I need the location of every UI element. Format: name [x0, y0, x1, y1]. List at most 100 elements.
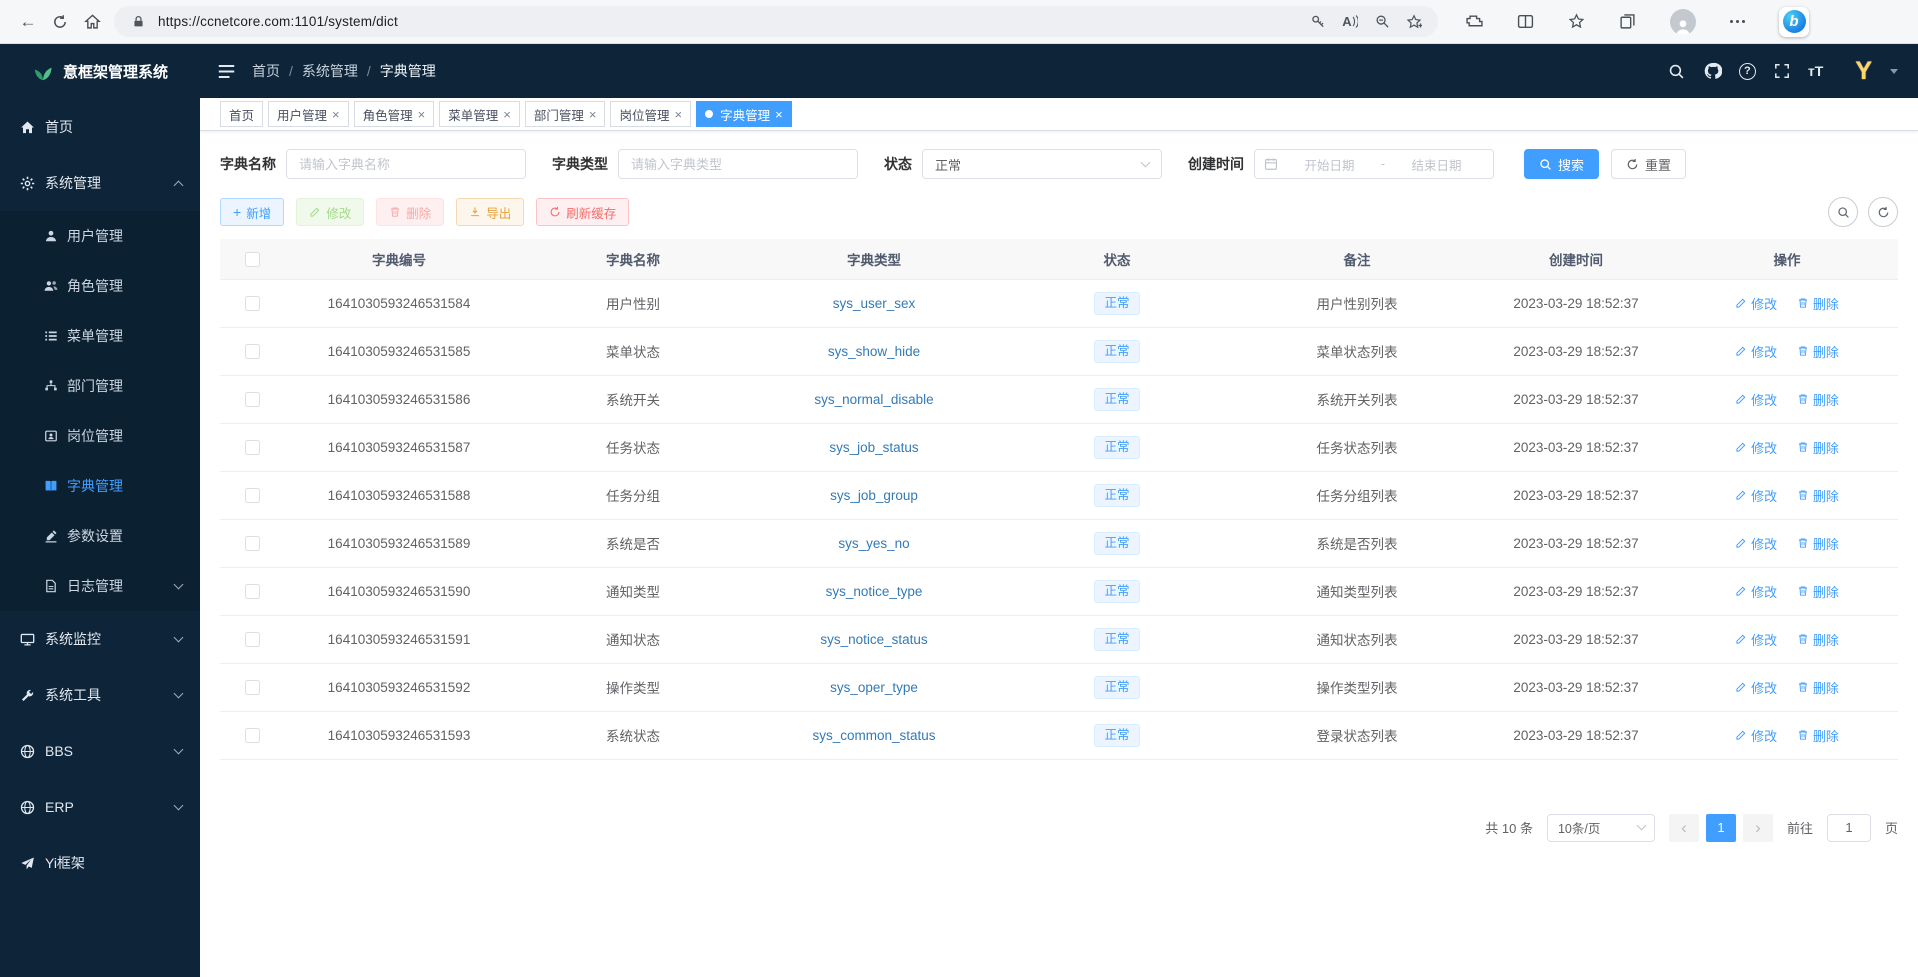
search-button[interactable]: 搜索 — [1524, 149, 1599, 179]
tab-post[interactable]: 岗位管理× — [610, 101, 691, 127]
font-size-icon[interactable]: ᴛT — [1808, 63, 1823, 79]
close-icon[interactable]: × — [503, 108, 511, 121]
read-aloud-icon[interactable]: A — [1338, 10, 1362, 34]
refresh-icon[interactable] — [44, 6, 76, 38]
row-checkbox[interactable] — [245, 584, 260, 599]
row-checkbox[interactable] — [245, 392, 260, 407]
header-search-icon[interactable] — [1667, 61, 1687, 81]
row-edit-button[interactable]: 修改 — [1735, 678, 1777, 697]
refresh-table-button[interactable] — [1868, 197, 1898, 227]
toggle-search-button[interactable] — [1828, 197, 1858, 227]
zoom-out-icon[interactable] — [1370, 10, 1394, 34]
row-checkbox[interactable] — [245, 488, 260, 503]
close-icon[interactable]: × — [418, 108, 426, 121]
dict-type-link[interactable]: sys_common_status — [812, 728, 935, 743]
goto-page-input[interactable] — [1827, 814, 1871, 842]
row-delete-button[interactable]: 删除 — [1797, 390, 1839, 409]
row-delete-button[interactable]: 删除 — [1797, 534, 1839, 553]
sidebar-item-tool[interactable]: 系统工具 — [0, 667, 200, 723]
row-checkbox[interactable] — [245, 680, 260, 695]
dict-type-link[interactable]: sys_normal_disable — [814, 392, 933, 407]
dict-type-link[interactable]: sys_yes_no — [838, 536, 909, 551]
hamburger-icon[interactable] — [216, 61, 236, 81]
sidebar-item-log[interactable]: 日志管理 — [0, 561, 200, 611]
back-icon[interactable]: ← — [12, 6, 44, 38]
row-checkbox[interactable] — [245, 728, 260, 743]
key-icon[interactable] — [1306, 10, 1330, 34]
close-icon[interactable]: × — [775, 108, 783, 121]
dict-type-link[interactable]: sys_job_status — [829, 440, 918, 455]
sidebar-item-monitor[interactable]: 系统监控 — [0, 611, 200, 667]
row-edit-button[interactable]: 修改 — [1735, 726, 1777, 745]
select-all-checkbox[interactable] — [245, 252, 260, 267]
user-avatar-logo[interactable]: Y — [1855, 59, 1872, 84]
export-button[interactable]: 导出 — [456, 198, 524, 226]
row-delete-button[interactable]: 删除 — [1797, 726, 1839, 745]
status-select[interactable]: 正常 — [922, 149, 1162, 179]
app-logo[interactable]: 意框架管理系统 — [0, 44, 200, 99]
sidebar-item-role[interactable]: 角色管理 — [0, 261, 200, 311]
row-checkbox[interactable] — [245, 632, 260, 647]
dict-type-link[interactable]: sys_user_sex — [833, 296, 916, 311]
sidebar-item-system[interactable]: 系统管理 — [0, 155, 200, 211]
profile-avatar[interactable] — [1670, 9, 1696, 35]
delete-button[interactable]: 删除 — [376, 198, 444, 226]
breadcrumb-system[interactable]: 系统管理 — [302, 61, 358, 81]
dict-type-link[interactable]: sys_job_group — [830, 488, 918, 503]
row-edit-button[interactable]: 修改 — [1735, 486, 1777, 505]
close-icon[interactable]: × — [674, 108, 682, 121]
dict-type-input[interactable] — [618, 149, 858, 179]
sidebar-item-dict[interactable]: 字典管理 — [0, 461, 200, 511]
row-edit-button[interactable]: 修改 — [1735, 294, 1777, 313]
row-edit-button[interactable]: 修改 — [1735, 534, 1777, 553]
row-delete-button[interactable]: 删除 — [1797, 438, 1839, 457]
dict-type-link[interactable]: sys_show_hide — [828, 344, 920, 359]
sidebar-item-bbs[interactable]: BBS — [0, 723, 200, 779]
row-edit-button[interactable]: 修改 — [1735, 438, 1777, 457]
reset-button[interactable]: 重置 — [1611, 149, 1686, 179]
page-size-select[interactable]: 10条/页 — [1547, 814, 1655, 842]
favorites-icon[interactable] — [1568, 13, 1585, 30]
row-edit-button[interactable]: 修改 — [1735, 582, 1777, 601]
more-icon[interactable] — [1730, 20, 1745, 23]
fullscreen-icon[interactable] — [1772, 61, 1792, 81]
dict-type-link[interactable]: sys_notice_type — [826, 584, 923, 599]
sidebar-item-user[interactable]: 用户管理 — [0, 211, 200, 261]
sidebar-item-erp[interactable]: ERP — [0, 779, 200, 835]
row-edit-button[interactable]: 修改 — [1735, 630, 1777, 649]
help-icon[interactable]: ? — [1739, 63, 1756, 80]
sidebar-item-menu[interactable]: 菜单管理 — [0, 311, 200, 361]
date-range-picker[interactable]: 开始日期 - 结束日期 — [1254, 149, 1494, 179]
edit-button[interactable]: 修改 — [296, 198, 364, 226]
row-delete-button[interactable]: 删除 — [1797, 342, 1839, 361]
tab-user[interactable]: 用户管理× — [268, 101, 349, 127]
row-edit-button[interactable]: 修改 — [1735, 342, 1777, 361]
sidebar-item-config[interactable]: 参数设置 — [0, 511, 200, 561]
sidebar-item-home[interactable]: 首页 — [0, 99, 200, 155]
close-icon[interactable]: × — [589, 108, 597, 121]
collections-icon[interactable] — [1619, 13, 1636, 30]
breadcrumb-home[interactable]: 首页 — [252, 61, 280, 81]
prev-page-button[interactable]: ‹ — [1669, 814, 1699, 842]
sidebar-item-post[interactable]: 岗位管理 — [0, 411, 200, 461]
row-edit-button[interactable]: 修改 — [1735, 390, 1777, 409]
row-checkbox[interactable] — [245, 344, 260, 359]
refresh-cache-button[interactable]: 刷新缓存 — [536, 198, 629, 226]
bing-sidebar-icon[interactable]: b — [1779, 7, 1809, 37]
row-checkbox[interactable] — [245, 440, 260, 455]
row-checkbox[interactable] — [245, 536, 260, 551]
add-button[interactable]: +新增 — [220, 198, 284, 226]
home-icon[interactable] — [76, 6, 108, 38]
row-delete-button[interactable]: 删除 — [1797, 294, 1839, 313]
next-page-button[interactable]: › — [1743, 814, 1773, 842]
row-checkbox[interactable] — [245, 296, 260, 311]
favorite-add-icon[interactable] — [1402, 10, 1426, 34]
github-icon[interactable] — [1703, 61, 1723, 81]
extensions-icon[interactable] — [1466, 13, 1483, 30]
caret-down-icon[interactable] — [1890, 69, 1898, 74]
row-delete-button[interactable]: 删除 — [1797, 630, 1839, 649]
split-screen-icon[interactable] — [1517, 13, 1534, 30]
address-bar[interactable]: https://ccnetcore.com:1101/system/dict A — [114, 6, 1438, 37]
row-delete-button[interactable]: 删除 — [1797, 678, 1839, 697]
close-icon[interactable]: × — [332, 108, 340, 121]
